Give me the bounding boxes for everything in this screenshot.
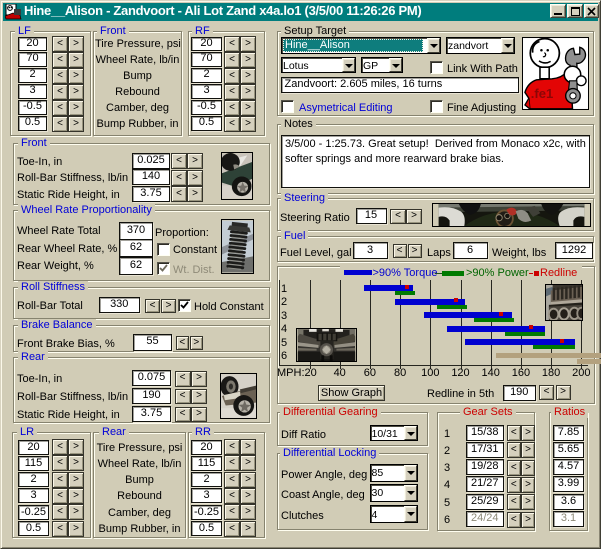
svg-text:.fe1: .fe1 bbox=[531, 86, 554, 101]
